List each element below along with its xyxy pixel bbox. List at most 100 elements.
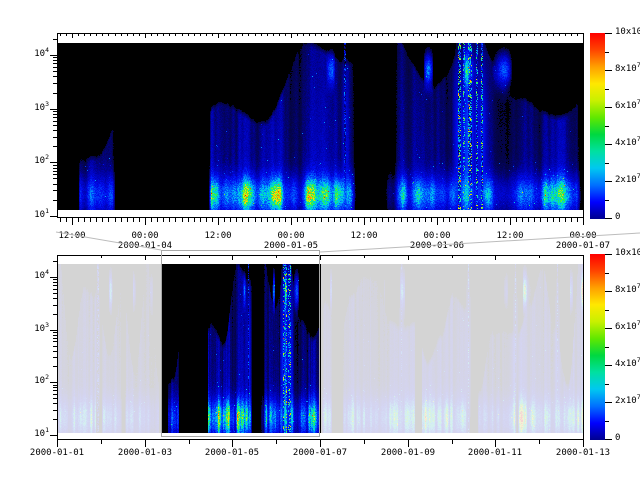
x-minor-tick <box>66 218 67 222</box>
x-minor-tick <box>121 218 122 222</box>
x-minor-tick-inner <box>200 34 201 36</box>
x-minor-tick-inner <box>175 34 176 36</box>
x-minor-tick-inner <box>206 34 207 36</box>
colorbar-tick-label: 2x107 <box>615 175 640 186</box>
x-minor-tick <box>248 218 249 222</box>
colorbar-major-tick <box>605 33 612 34</box>
x-minor-tick-inner <box>218 34 219 36</box>
x-tick-date-label: 2000-01-06 <box>402 241 472 251</box>
x-minor-tick-inner <box>212 34 213 36</box>
bottom-spectrogram-plot-area[interactable] <box>58 264 583 433</box>
x-minor-tick-inner <box>452 256 453 258</box>
y-minor-tick <box>53 390 57 391</box>
x-minor-tick-inner <box>449 34 450 36</box>
colorbar-tick-label: 6x107 <box>615 322 640 333</box>
colorbar-major-tick <box>605 439 612 440</box>
x-minor-tick <box>452 440 453 444</box>
x-minor-tick-inner <box>194 34 195 36</box>
x-tick-time-label: 12:00 <box>183 231 253 241</box>
y-minor-tick <box>53 332 57 333</box>
x-minor-tick-inner <box>474 34 475 36</box>
y-tick-label: 103 <box>13 103 49 114</box>
x-minor-tick-inner <box>455 34 456 36</box>
x-minor-tick <box>145 218 146 222</box>
x-minor-tick-inner <box>407 34 408 36</box>
x-minor-tick <box>236 218 237 222</box>
x-minor-tick <box>388 218 389 222</box>
y-minor-tick <box>53 184 57 185</box>
exponent: 2 <box>45 153 49 161</box>
x-minor-tick-inner <box>534 34 535 36</box>
y-minor-tick <box>53 346 57 347</box>
x-minor-tick <box>443 218 444 222</box>
x-major-tick-inner <box>57 256 58 260</box>
x-minor-tick-inner <box>382 34 383 36</box>
top-colorbar <box>590 33 605 219</box>
y-tick-label: 102 <box>13 376 49 387</box>
x-minor-tick <box>133 218 134 222</box>
x-minor-tick <box>139 218 140 222</box>
x-minor-tick-inner <box>188 34 189 36</box>
colorbar-minor-tick <box>605 126 609 127</box>
x-minor-tick <box>382 218 383 222</box>
x-minor-tick-inner <box>376 34 377 36</box>
x-minor-tick <box>255 218 256 222</box>
y-minor-tick <box>53 165 57 166</box>
x-tick-time-label: 00:00 <box>110 231 180 241</box>
x-minor-tick <box>419 218 420 222</box>
colorbar-major-tick <box>605 144 612 145</box>
x-minor-tick <box>583 218 584 222</box>
x-major-tick-inner <box>495 256 496 260</box>
exponent: 4 <box>45 268 49 276</box>
y-minor-tick <box>53 419 57 420</box>
x-minor-tick <box>522 218 523 222</box>
x-minor-tick <box>169 218 170 222</box>
x-tick-date-label: 2000-01-05 <box>197 448 267 458</box>
x-minor-tick-inner <box>443 34 444 36</box>
x-minor-tick <box>364 218 365 222</box>
x-tick-date-label: 2000-01-03 <box>110 448 180 458</box>
y-minor-tick <box>53 178 57 179</box>
x-minor-tick <box>486 218 487 222</box>
x-minor-tick-inner <box>96 34 97 36</box>
x-minor-tick <box>480 218 481 222</box>
x-minor-tick <box>510 218 511 222</box>
x-minor-tick <box>547 218 548 222</box>
x-major-tick <box>320 440 321 447</box>
x-major-tick <box>583 440 584 447</box>
colorbar-tick-label: 2x107 <box>615 396 640 407</box>
x-minor-tick <box>401 218 402 222</box>
colorbar-minor-tick <box>605 200 609 201</box>
y-minor-tick <box>53 57 57 58</box>
y-minor-tick <box>53 137 57 138</box>
y-minor-tick <box>53 125 57 126</box>
x-minor-tick <box>194 218 195 222</box>
y-minor-tick <box>53 305 57 306</box>
colorbar-tick-label: 8x107 <box>615 64 640 75</box>
y-minor-tick <box>53 190 57 191</box>
x-minor-tick <box>212 218 213 222</box>
x-minor-tick <box>394 218 395 222</box>
x-minor-tick <box>276 440 277 444</box>
colorbar-tick-label: 6x107 <box>615 101 640 112</box>
x-minor-tick <box>291 218 292 222</box>
y-minor-tick <box>53 111 57 112</box>
x-minor-tick <box>504 218 505 222</box>
zoom-selection-rect[interactable] <box>161 250 320 437</box>
x-minor-tick-inner <box>364 34 365 36</box>
y-minor-tick <box>53 314 57 315</box>
y-minor-tick <box>53 171 57 172</box>
y-minor-tick <box>53 403 57 404</box>
top-spectrogram-plot-area[interactable] <box>58 43 583 210</box>
colorbar-major-tick <box>605 328 612 329</box>
x-minor-tick-inner <box>340 34 341 36</box>
x-minor-tick-inner <box>461 34 462 36</box>
x-minor-tick-inner <box>236 34 237 36</box>
y-minor-tick <box>53 335 57 336</box>
x-minor-tick <box>206 218 207 222</box>
colorbar-major-tick <box>605 70 612 71</box>
y-minor-tick <box>53 410 57 411</box>
x-minor-tick-inner <box>510 34 511 36</box>
x-minor-tick-inner <box>90 34 91 36</box>
y-minor-tick <box>53 114 57 115</box>
